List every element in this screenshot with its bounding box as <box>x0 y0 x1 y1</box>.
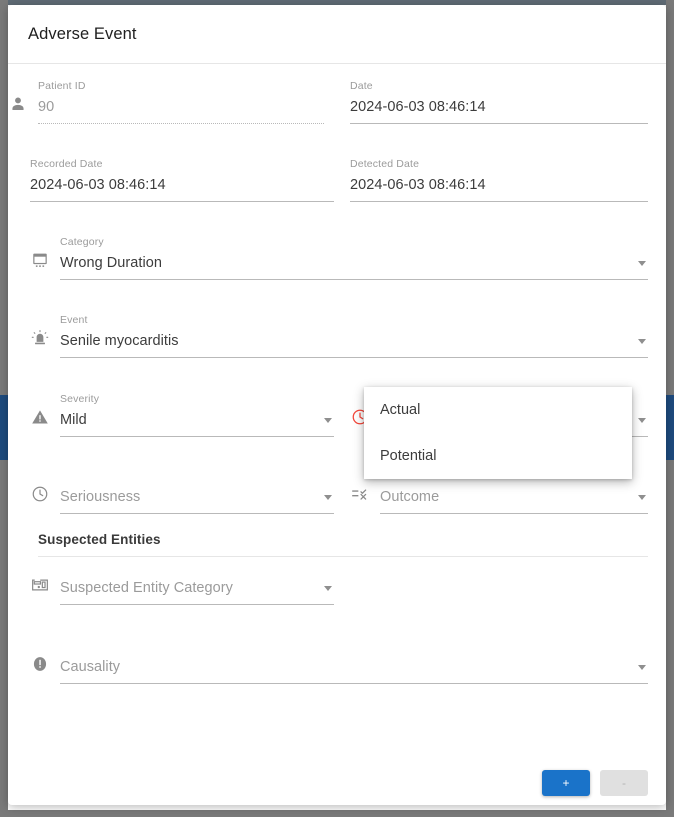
backdrop-right-blue-strip <box>666 395 674 460</box>
chevron-down-icon-category[interactable] <box>638 261 646 266</box>
field-value-date: 2024-06-03 08:46:14 <box>350 99 486 115</box>
field-date[interactable]: Date 2024-06-03 08:46:14 <box>350 80 648 124</box>
warning-triangle-icon <box>30 407 50 427</box>
field-label-date: Date <box>350 80 373 92</box>
field-underline-date <box>350 123 648 124</box>
field-causality[interactable]: Causality <box>30 640 648 684</box>
backdrop-left-blue-strip <box>0 395 8 460</box>
field-placeholder-outcome: Outcome <box>380 489 440 505</box>
field-value-detected-date: 2024-06-03 08:46:14 <box>350 177 486 193</box>
chevron-down-icon-actuality[interactable] <box>638 418 646 423</box>
field-placeholder-suspected-entity-category: Suspected Entity Category <box>60 580 233 596</box>
clock-icon-seriousness <box>30 484 50 504</box>
alarm-siren-icon <box>30 328 50 348</box>
field-patient-id[interactable]: Patient ID 90 <box>12 80 324 124</box>
field-category[interactable]: Category Wrong Duration <box>30 236 648 280</box>
dialog-title: Adverse Event <box>28 25 137 43</box>
field-placeholder-causality: Causality <box>60 659 121 675</box>
field-underline-detected-date <box>350 201 648 202</box>
field-severity[interactable]: Severity Mild <box>30 393 334 437</box>
field-underline-seriousness <box>60 513 334 514</box>
chevron-down-icon-outcome[interactable] <box>638 495 646 500</box>
chevron-down-icon-causality[interactable] <box>638 665 646 670</box>
section-title-suspected-entities: Suspected Entities <box>38 532 161 547</box>
dropdown-option-actual[interactable]: Actual <box>364 387 632 433</box>
field-label-severity: Severity <box>60 393 100 405</box>
field-event[interactable]: Event Senile myocarditis <box>30 314 648 358</box>
field-suspected-entity-category[interactable]: Suspected Entity Category <box>30 561 334 605</box>
field-value-recorded-date: 2024-06-03 08:46:14 <box>30 177 166 193</box>
field-underline-causality <box>60 683 648 684</box>
field-value-severity: Mild <box>60 412 87 428</box>
field-placeholder-seriousness: Seriousness <box>60 489 141 505</box>
field-recorded-date[interactable]: Recorded Date 2024-06-03 08:46:14 <box>30 158 334 202</box>
dropdown-option-potential[interactable]: Potential <box>364 433 632 479</box>
chevron-down-icon-event[interactable] <box>638 339 646 344</box>
field-underline-outcome <box>380 513 648 514</box>
chevron-down-icon-seriousness[interactable] <box>324 495 332 500</box>
field-underline-event <box>60 357 648 358</box>
add-entity-button[interactable]: + <box>542 770 590 796</box>
entity-add-remove-group: + - <box>542 770 648 796</box>
field-underline-category <box>60 279 648 280</box>
field-underline-severity <box>60 436 334 437</box>
field-detected-date[interactable]: Detected Date 2024-06-03 08:46:14 <box>350 158 648 202</box>
remove-entity-button[interactable]: - <box>600 770 648 796</box>
field-seriousness[interactable]: Seriousness <box>30 470 334 514</box>
section-divider-suspected-entities <box>38 556 648 557</box>
field-label-detected-date: Detected Date <box>350 158 420 170</box>
chevron-down-icon-severity[interactable] <box>324 418 332 423</box>
field-label-patient-id: Patient ID <box>38 80 86 92</box>
person-icon <box>8 94 28 114</box>
field-underline-patient-id <box>38 123 324 124</box>
task-check-icon <box>350 484 370 504</box>
category-box-icon <box>30 250 50 270</box>
device-hub-icon <box>30 575 50 595</box>
field-label-category: Category <box>60 236 104 248</box>
field-value-category: Wrong Duration <box>60 255 162 271</box>
chevron-down-icon-suspected-entity-category[interactable] <box>324 586 332 591</box>
actuality-dropdown-menu[interactable]: Actual Potential <box>364 387 632 479</box>
backdrop-bottom-bar <box>0 810 674 817</box>
field-underline-suspected-entity-category <box>60 604 334 605</box>
field-label-recorded-date: Recorded Date <box>30 158 103 170</box>
error-circle-icon <box>30 654 50 674</box>
field-underline-recorded-date <box>30 201 334 202</box>
field-value-patient-id: 90 <box>38 99 55 115</box>
field-value-event: Senile myocarditis <box>60 333 179 349</box>
field-label-event: Event <box>60 314 88 326</box>
